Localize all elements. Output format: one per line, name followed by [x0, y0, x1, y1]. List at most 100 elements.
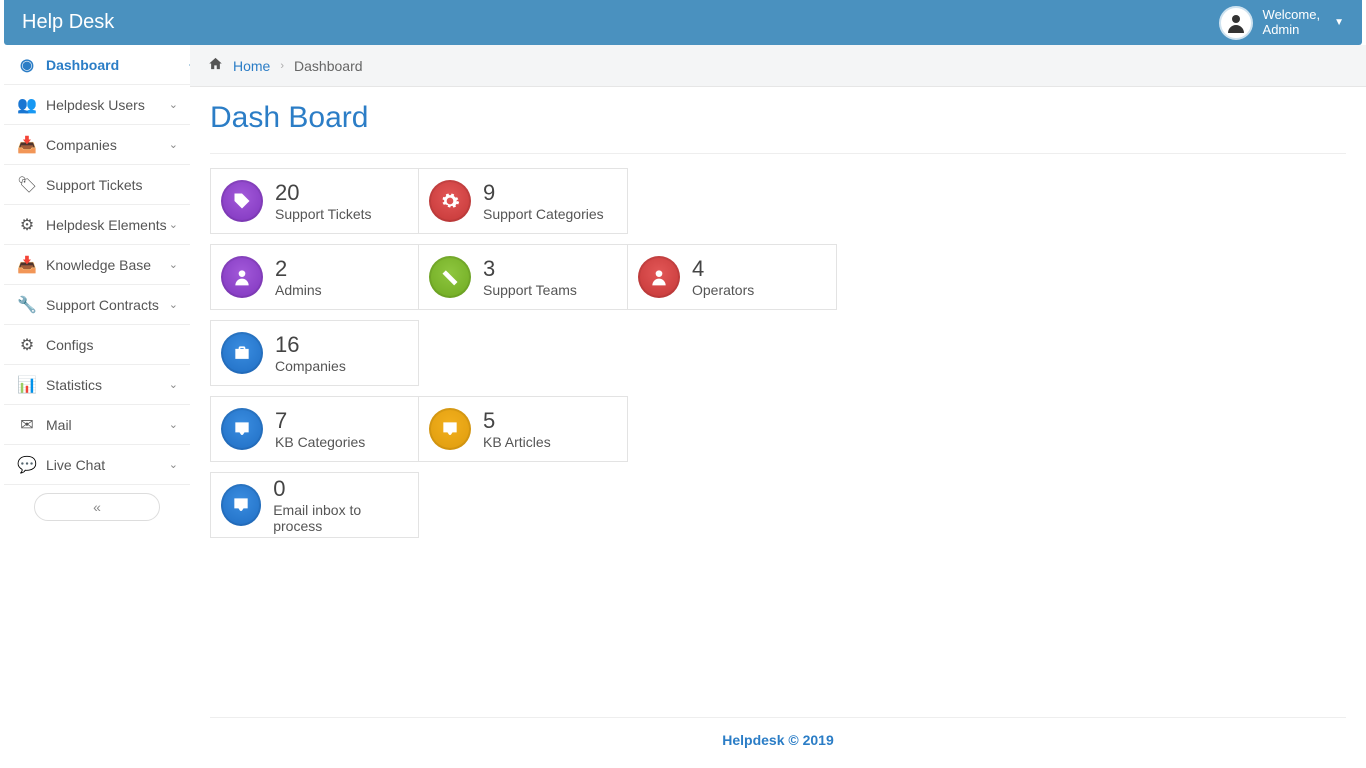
inbox-icon [429, 408, 471, 450]
divider [210, 153, 1346, 154]
tile-kb-categories[interactable]: 7KB Categories [210, 396, 419, 462]
sidebar-item-dashboard[interactable]: ◉ Dashboard [4, 45, 190, 85]
envelope-icon: ✉ [16, 415, 38, 435]
home-icon [208, 56, 223, 75]
gear-icon: ⚙ [16, 335, 38, 355]
breadcrumb-current: Dashboard [294, 58, 363, 74]
chevron-down-icon: ⌄ [169, 418, 178, 431]
tile-email-inbox-to-process[interactable]: 0Email inbox to process [210, 472, 419, 538]
tile-row: 2Admins3Support Teams4Operators [210, 244, 1346, 310]
barchart-icon: 📊 [16, 375, 38, 395]
sidebar-item-live-chat[interactable]: 💬 Live Chat ⌄ [4, 445, 190, 485]
ticket-icon [429, 256, 471, 298]
sidebar-item-label: Helpdesk Users [46, 97, 145, 113]
breadcrumb-home-link[interactable]: Home [233, 58, 270, 74]
sidebar-item-label: Mail [46, 417, 72, 433]
topbar: Help Desk Welcome, Admin ▼ [4, 0, 1362, 45]
inbox-icon [221, 484, 261, 526]
tile-operators[interactable]: 4Operators [628, 244, 837, 310]
chevron-down-icon: ⌄ [169, 458, 178, 471]
users-icon: 👥 [16, 95, 38, 115]
gear-icon [429, 180, 471, 222]
inbox-icon: 📥 [16, 135, 38, 155]
tile-label: Companies [275, 358, 346, 374]
username: Admin [1263, 22, 1300, 37]
welcome-text: Welcome, [1263, 7, 1321, 22]
sidebar-item-label: Configs [46, 337, 93, 353]
tile-row: 20Support Tickets9Support Categories [210, 168, 1346, 234]
tile-label: Support Categories [483, 206, 604, 222]
collapse-sidebar-button[interactable]: « [34, 493, 160, 521]
chat-icon: 💬 [16, 455, 38, 475]
user-menu[interactable]: Welcome, Admin ▼ [1219, 6, 1344, 40]
sidebar: ◉ Dashboard 👥 Helpdesk Users ⌄ 📥 Companies ⌄ 🏷 Su… [4, 45, 190, 521]
tile-count: 7 [275, 408, 365, 434]
sidebar-item-statistics[interactable]: 📊 Statistics ⌄ [4, 365, 190, 405]
avatar [1219, 6, 1253, 40]
footer: Helpdesk © 2019 [210, 717, 1346, 748]
tile-count: 20 [275, 180, 372, 206]
sidebar-item-label: Support Contracts [46, 297, 159, 313]
main: Home › Dashboard Dash Board 20Support Ti… [190, 45, 1366, 768]
sidebar-item-support-tickets[interactable]: 🏷 Support Tickets [4, 165, 190, 205]
tile-label: Email inbox to process [273, 502, 408, 534]
briefcase-icon [221, 332, 263, 374]
sidebar-item-label: Companies [46, 137, 117, 153]
tile-count: 0 [273, 476, 408, 502]
chevron-down-icon: ⌄ [169, 378, 178, 391]
sidebar-item-label: Support Tickets [46, 177, 143, 193]
dashboard-icon: ◉ [16, 55, 38, 75]
sidebar-item-helpdesk-users[interactable]: 👥 Helpdesk Users ⌄ [4, 85, 190, 125]
tile-label: Support Teams [483, 282, 577, 298]
wrench-icon: 🔧 [16, 295, 38, 315]
gear-icon: ⚙ [16, 215, 38, 235]
inbox-icon [221, 408, 263, 450]
tile-label: Support Tickets [275, 206, 372, 222]
tile-count: 4 [692, 256, 754, 282]
tile-label: Operators [692, 282, 754, 298]
tile-count: 9 [483, 180, 604, 206]
sidebar-item-label: Statistics [46, 377, 102, 393]
sidebar-item-label: Dashboard [46, 57, 119, 73]
user-icon [638, 256, 680, 298]
tile-row: 0Email inbox to process [210, 472, 1346, 538]
chevron-down-icon: ⌄ [169, 138, 178, 151]
sidebar-item-companies[interactable]: 📥 Companies ⌄ [4, 125, 190, 165]
tile-companies[interactable]: 16Companies [210, 320, 419, 386]
sidebar-item-mail[interactable]: ✉ Mail ⌄ [4, 405, 190, 445]
tile-count: 3 [483, 256, 577, 282]
tile-row: 16Companies [210, 320, 1346, 386]
tile-label: KB Categories [275, 434, 365, 450]
breadcrumb-separator-icon: › [280, 60, 284, 72]
tile-support-categories[interactable]: 9Support Categories [419, 168, 628, 234]
brand-title: Help Desk [22, 11, 114, 34]
chevron-down-icon: ⌄ [169, 298, 178, 311]
page-title: Dash Board [210, 101, 1346, 135]
inbox-icon: 📥 [16, 255, 38, 275]
tile-row: 7KB Categories5KB Articles [210, 396, 1346, 462]
tags-icon [221, 180, 263, 222]
sidebar-item-knowledge-base[interactable]: 📥Knowledge Base⌄ [4, 245, 190, 285]
chevron-down-icon: ⌄ [169, 258, 178, 271]
tile-count: 16 [275, 332, 346, 358]
tags-icon: 🏷 [16, 175, 38, 195]
sidebar-item-label: Helpdesk Elements [46, 217, 167, 233]
tile-support-teams[interactable]: 3Support Teams [419, 244, 628, 310]
tile-kb-articles[interactable]: 5KB Articles [419, 396, 628, 462]
tile-count: 2 [275, 256, 322, 282]
chevron-down-icon: ⌄ [169, 218, 178, 231]
sidebar-item-label: Live Chat [46, 457, 105, 473]
sidebar-item-helpdesk-elements[interactable]: ⚙ Helpdesk Elements⌄ [4, 205, 190, 245]
caret-down-icon: ▼ [1334, 17, 1344, 28]
tile-label: KB Articles [483, 434, 551, 450]
chevron-down-icon: ⌄ [169, 98, 178, 111]
user-icon [221, 256, 263, 298]
tile-support-tickets[interactable]: 20Support Tickets [210, 168, 419, 234]
tile-count: 5 [483, 408, 551, 434]
tile-label: Admins [275, 282, 322, 298]
sidebar-item-configs[interactable]: ⚙ Configs [4, 325, 190, 365]
breadcrumb: Home › Dashboard [190, 45, 1366, 87]
sidebar-item-support-contracts[interactable]: 🔧 Support Contracts ⌄ [4, 285, 190, 325]
dashboard-tiles: 20Support Tickets9Support Categories2Adm… [190, 168, 1366, 538]
tile-admins[interactable]: 2Admins [210, 244, 419, 310]
